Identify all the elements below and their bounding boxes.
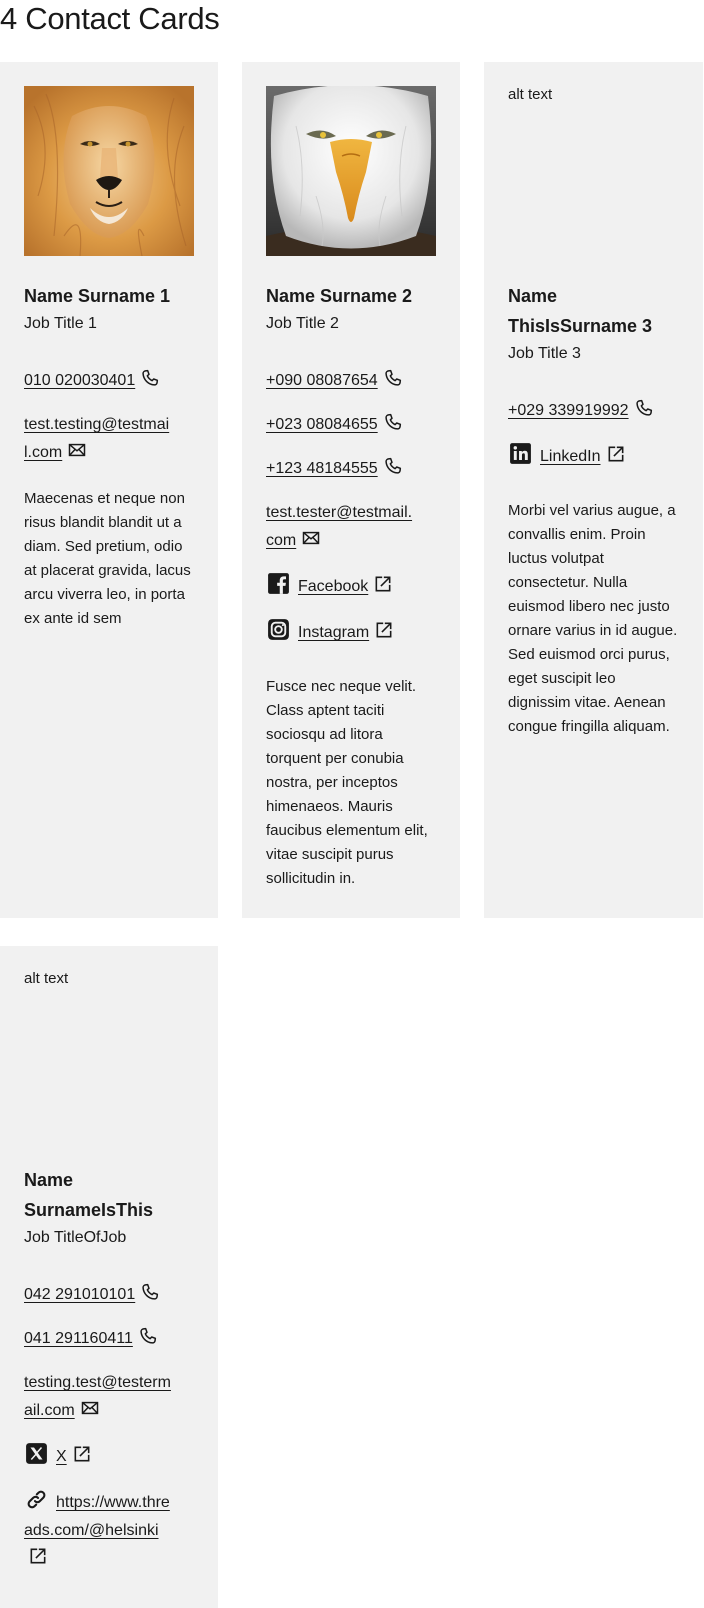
phone-icon [138, 1326, 158, 1346]
email-link[interactable]: test.tester@testmail. com [266, 504, 412, 549]
x-icon [24, 1441, 49, 1466]
phone-link[interactable]: +123 48184555 [266, 460, 378, 477]
phone-icon [140, 368, 160, 388]
email-row: test.tester@testmail. com [266, 499, 436, 555]
email-link[interactable]: test.testing@testmai l.com [24, 416, 169, 461]
phone-icon [634, 398, 654, 418]
email-row: testing.test@testerm ail.com [24, 1369, 194, 1425]
mail-icon [67, 440, 87, 460]
phone-row: +023 08084655 [266, 411, 436, 439]
phone-link[interactable]: 042 291010101 [24, 1286, 135, 1303]
job-title: Job Title 1 [24, 315, 97, 332]
image-alt-text: alt text [508, 86, 553, 103]
social-row-x: X [24, 1441, 194, 1471]
email-line-1: testing.test@testerm [24, 1374, 171, 1391]
contact-name: Name SurnameIsThis [24, 1165, 194, 1225]
phone-link[interactable]: +023 08084655 [266, 416, 378, 433]
instagram-icon [266, 617, 291, 642]
contact-name: Name Surname 2 [266, 286, 413, 306]
phone-row: 041 291160411 [24, 1325, 194, 1353]
phone-row: +029 339919992 [508, 397, 679, 425]
phone-icon [383, 456, 403, 476]
external-link-icon [374, 620, 394, 640]
profile-image-broken: alt text [508, 86, 678, 256]
social-row-instagram: Instagram [266, 617, 436, 647]
contact-card-4: alt text Name SurnameIsThis Job TitleOfJ… [0, 946, 218, 1608]
email-line-1: test.testing@testmai [24, 416, 170, 433]
name-line-1: Name [24, 1170, 74, 1190]
name-line-1: Name [508, 286, 558, 306]
contact-card-1: Name Surname 1 Job Title 1 010 020030401… [0, 62, 218, 918]
description: Fusce nec neque velit. Class aptent taci… [266, 678, 428, 887]
phone-icon [383, 368, 403, 388]
external-link-icon [72, 1444, 92, 1464]
email-line-2: l.com [24, 444, 63, 461]
profile-image-broken: alt text [24, 970, 194, 1140]
job-title: Job TitleOfJob [24, 1229, 127, 1246]
social-row-linkedin: LinkedIn [508, 441, 679, 471]
email-line-2: com [266, 532, 297, 549]
website-row: https://www.thre ads.com/@helsinki [24, 1487, 194, 1573]
linkedin-icon [508, 441, 533, 466]
website-line-2: ads.com/@helsinki [24, 1522, 159, 1539]
contact-card-3: alt text Name ThisIsSurname 3 Job Title … [484, 62, 703, 918]
mail-icon [301, 528, 321, 548]
email-line-2: ail.com [24, 1402, 75, 1419]
email-row: test.testing@testmai l.com [24, 411, 194, 467]
facebook-link[interactable]: Facebook [298, 578, 368, 595]
name-line-2: ThisIsSurname 3 [508, 316, 653, 336]
lion-photo [24, 86, 194, 256]
facebook-icon [266, 571, 291, 596]
phone-row: +123 48184555 [266, 455, 436, 483]
website-line-1: https://www.thre [56, 1494, 170, 1511]
contact-card-2: Name Surname 2 Job Title 2 +090 08087654… [242, 62, 460, 918]
phone-link[interactable]: 041 291160411 [24, 1330, 133, 1347]
phone-link[interactable]: +090 08087654 [266, 372, 378, 389]
mail-icon [80, 1398, 100, 1418]
link-icon [24, 1487, 49, 1512]
contact-name: Name Surname 1 [24, 286, 171, 306]
name-line-2: SurnameIsThis [24, 1200, 154, 1220]
job-title: Job Title 2 [266, 315, 339, 332]
linkedin-link[interactable]: LinkedIn [540, 448, 601, 465]
instagram-link[interactable]: Instagram [298, 624, 369, 641]
phone-link[interactable]: +029 339919992 [508, 402, 629, 419]
image-alt-text: alt text [24, 970, 69, 987]
phone-link[interactable]: 010 020030401 [24, 372, 135, 389]
x-link[interactable]: X [56, 1448, 67, 1465]
phone-row: 042 291010101 [24, 1281, 194, 1309]
job-title: Job Title 3 [508, 345, 581, 362]
external-link-icon [606, 444, 626, 464]
description: Morbi vel varius augue, a convallis enim… [508, 502, 678, 735]
description: Maecenas et neque non risus blandit blan… [24, 490, 191, 627]
phone-row: 010 020030401 [24, 367, 194, 395]
page-title: 4 Contact Cards [0, 1, 220, 36]
external-link-icon [28, 1546, 48, 1566]
email-line-1: test.tester@testmail. [266, 504, 413, 521]
phone-icon [383, 412, 403, 432]
external-link-icon [373, 574, 393, 594]
eagle-photo [266, 86, 436, 256]
contact-name: Name ThisIsSurname 3 [508, 281, 679, 341]
phone-icon [140, 1282, 160, 1302]
phone-row: +090 08087654 [266, 367, 436, 395]
social-row-facebook: Facebook [266, 571, 436, 601]
